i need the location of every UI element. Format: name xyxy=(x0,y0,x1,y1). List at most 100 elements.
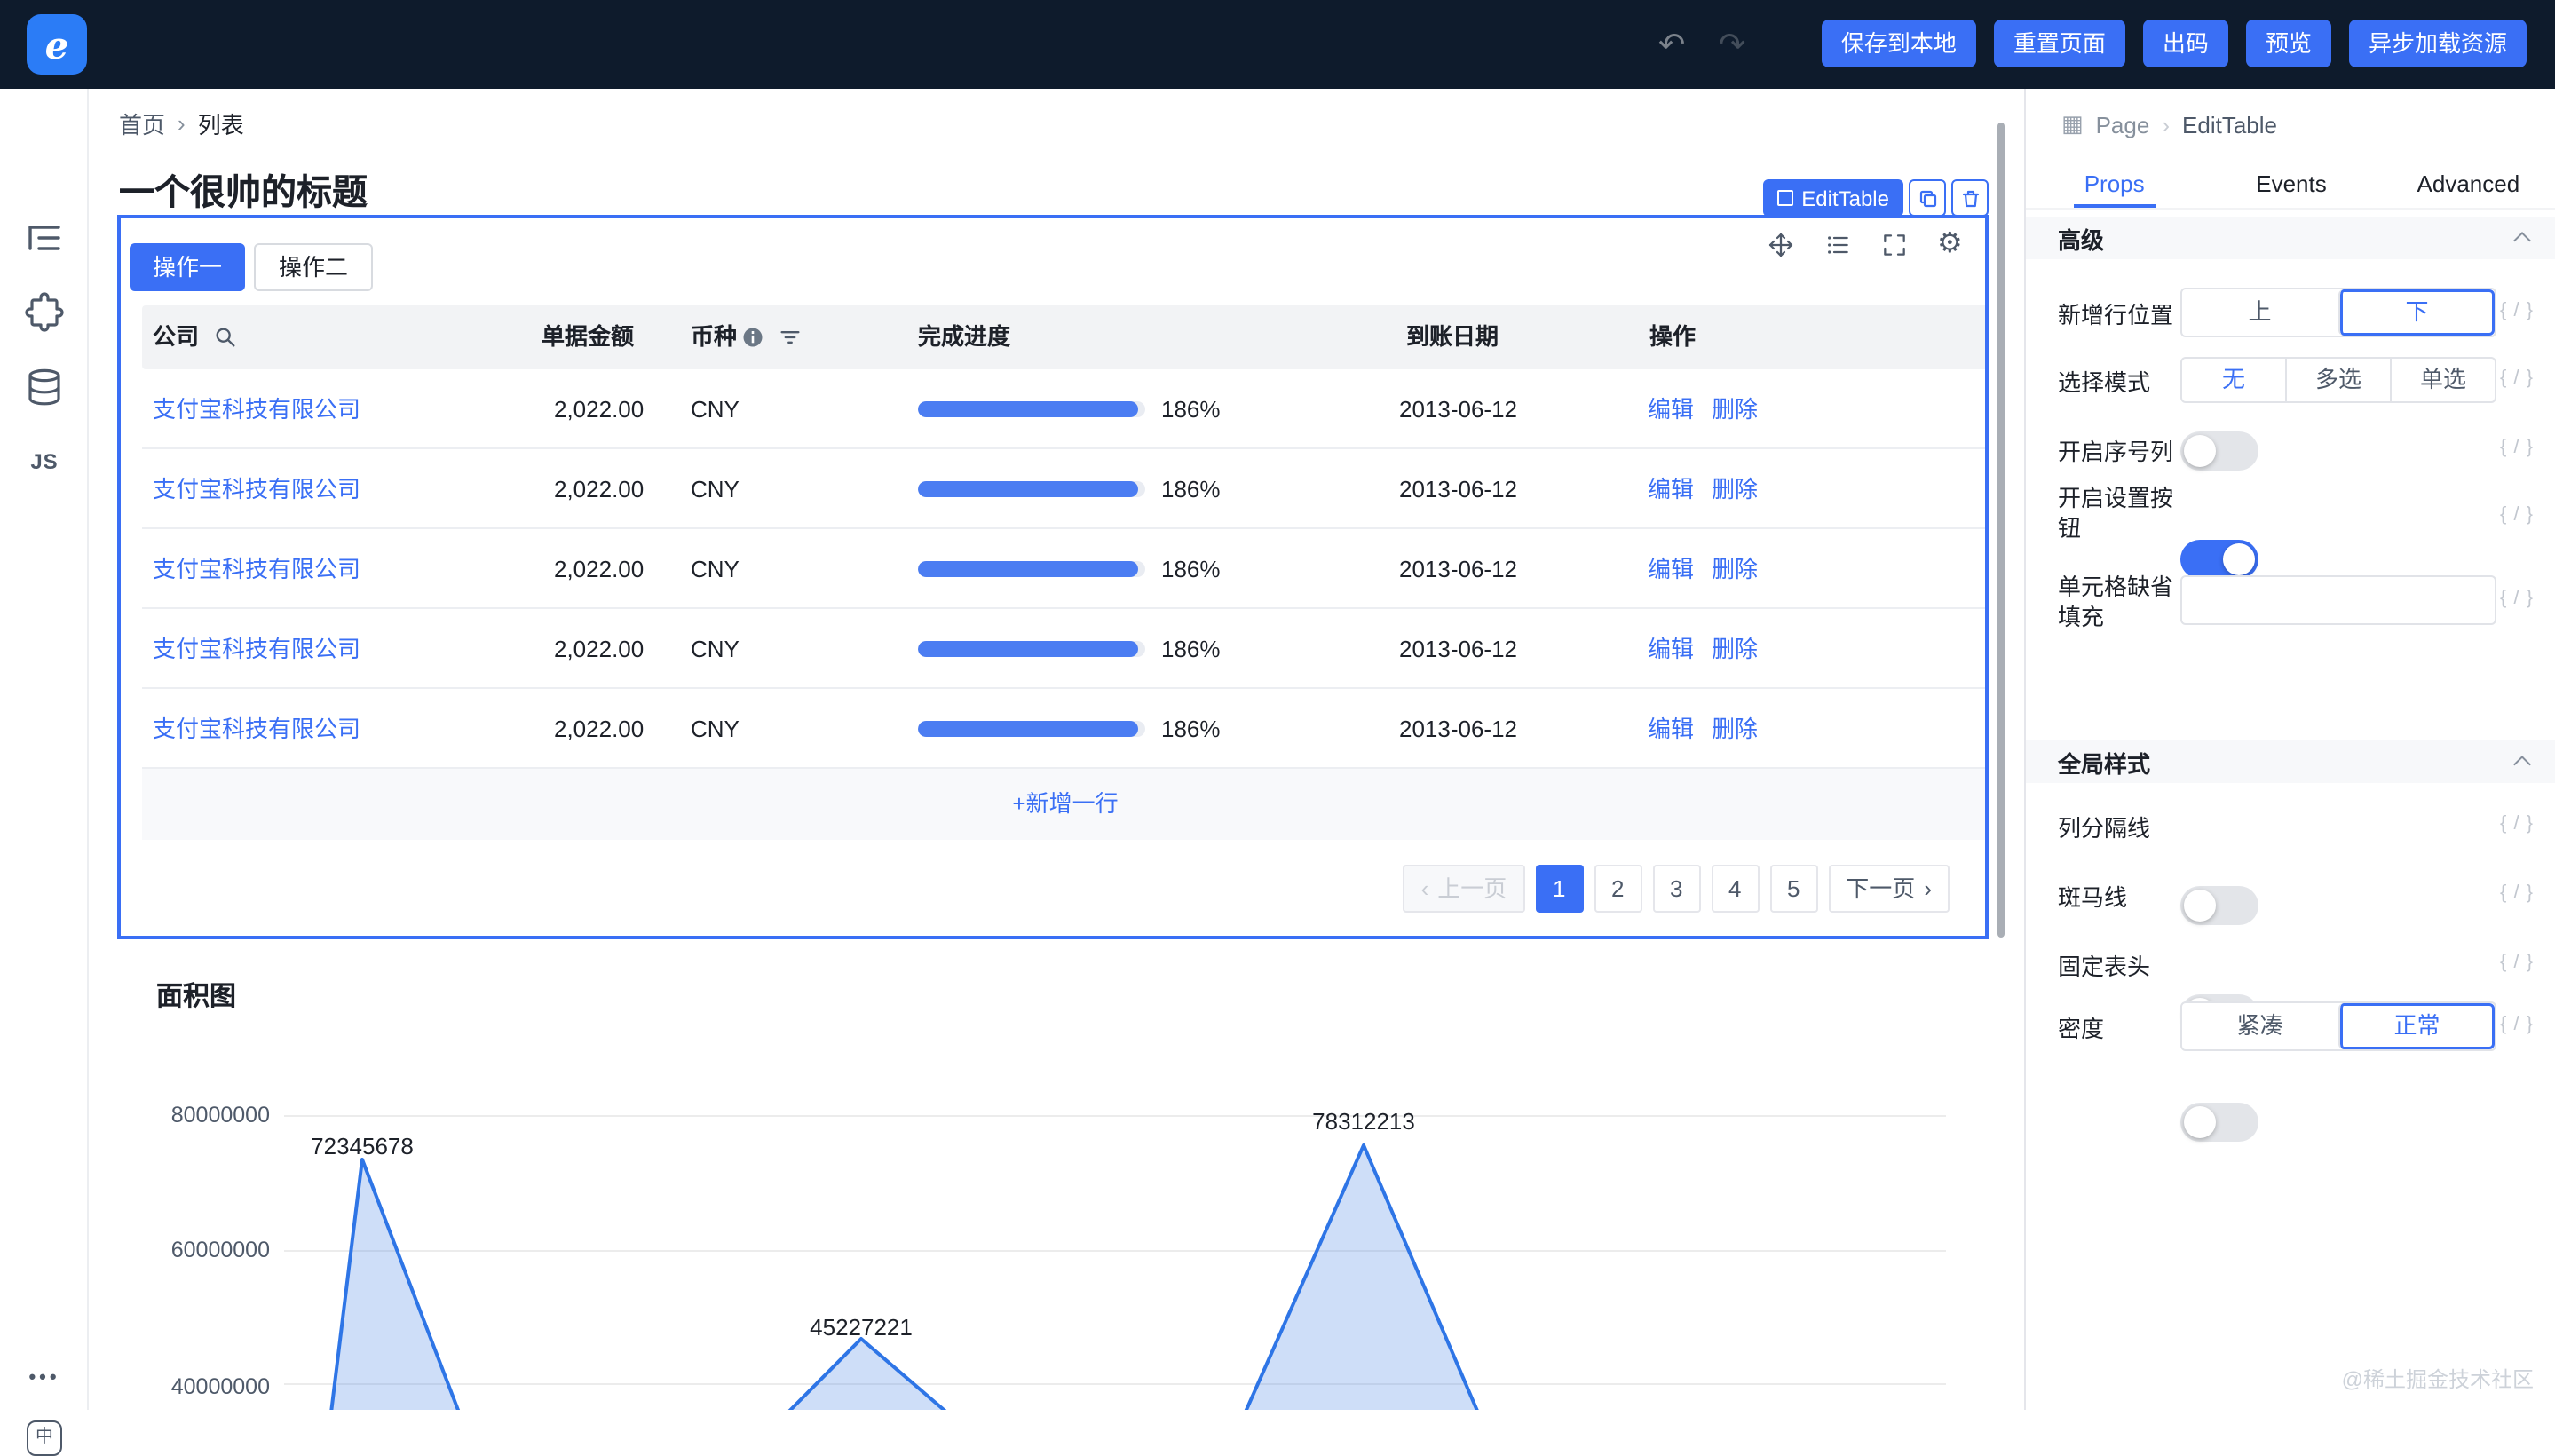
code-binding-icon[interactable]: { / } xyxy=(2500,952,2534,973)
language-cn-icon[interactable]: 中 xyxy=(27,1420,62,1456)
reset-page-button[interactable]: 重置页面 xyxy=(1994,20,2125,67)
delete-link[interactable]: 删除 xyxy=(1712,369,1758,449)
code-binding-icon[interactable]: { / } xyxy=(2500,882,2534,904)
canvas-scrollbar[interactable] xyxy=(1997,123,2005,938)
section-global-style-title: 全局样式 xyxy=(2058,745,2150,779)
company-link[interactable]: 支付宝科技有限公司 xyxy=(153,529,360,609)
page-button-4[interactable]: 4 xyxy=(1711,865,1759,913)
tab-advanced[interactable]: Advanced xyxy=(2380,160,2555,208)
column-setting-icon[interactable] xyxy=(1823,231,1852,259)
panel-breadcrumb-parent[interactable]: Page xyxy=(2096,111,2150,138)
add-position-option-bottom[interactable]: 下 xyxy=(2337,289,2495,336)
js-panel-icon[interactable]: JS xyxy=(23,440,66,483)
filter-icon[interactable] xyxy=(778,325,803,350)
undo-icon[interactable]: ↶ xyxy=(1658,23,1685,66)
info-icon[interactable] xyxy=(740,325,765,350)
currency-cell: CNY xyxy=(691,609,740,689)
progress-label: 186% xyxy=(1161,449,1221,529)
page-button-2[interactable]: 2 xyxy=(1594,865,1641,913)
database-icon[interactable] xyxy=(23,366,66,408)
redo-icon[interactable]: ↷ xyxy=(1719,23,1745,66)
density-option-normal[interactable]: 正常 xyxy=(2337,1003,2495,1049)
breadcrumb-home[interactable]: 首页 xyxy=(119,107,165,140)
table-row: 支付宝科技有限公司 2,022.00 CNY 186% 2013-06-12 编… xyxy=(142,369,1989,449)
code-binding-icon[interactable]: { / } xyxy=(2500,1014,2534,1035)
app-logo[interactable]: e xyxy=(27,14,87,75)
add-row-button[interactable]: +新增一行 xyxy=(142,769,1989,840)
progress-bar xyxy=(918,641,1145,657)
topbar: e ↶ ↷ 保存到本地 重置页面 出码 预览 异步加载资源 xyxy=(0,0,2555,89)
move-icon[interactable] xyxy=(1767,231,1795,259)
edit-link[interactable]: 编辑 xyxy=(1648,449,1694,529)
edit-link[interactable]: 编辑 xyxy=(1648,529,1694,609)
cell-fallback-input[interactable] xyxy=(2180,575,2496,625)
more-icon[interactable]: ••• xyxy=(23,1357,66,1399)
copy-component-button[interactable] xyxy=(1909,179,1946,217)
company-link[interactable]: 支付宝科技有限公司 xyxy=(153,609,360,689)
progress-bar xyxy=(918,401,1145,417)
action-one-button[interactable]: 操作一 xyxy=(130,243,245,291)
delete-link[interactable]: 删除 xyxy=(1712,609,1758,689)
code-binding-icon[interactable]: { / } xyxy=(2500,588,2534,609)
column-divider-toggle[interactable] xyxy=(2180,886,2258,925)
selected-component-tag[interactable]: EditTable xyxy=(1762,179,1903,217)
page-button-1[interactable]: 1 xyxy=(1535,865,1583,913)
selected-component-name: EditTable xyxy=(1801,186,1889,210)
code-binding-icon[interactable]: { / } xyxy=(2500,300,2534,321)
code-binding-icon[interactable]: { / } xyxy=(2500,504,2534,526)
point-label-3: 78312213 xyxy=(1275,1108,1452,1135)
company-link[interactable]: 支付宝科技有限公司 xyxy=(153,369,360,449)
index-column-toggle[interactable] xyxy=(2180,431,2258,471)
outline-tree-icon[interactable] xyxy=(23,217,66,259)
prev-page-button[interactable]: ‹ 上一页 xyxy=(1404,865,1525,913)
edit-link[interactable]: 编辑 xyxy=(1648,689,1694,769)
section-global-style[interactable]: 全局样式 xyxy=(2026,740,2555,783)
next-page-button[interactable]: 下一页 › xyxy=(1828,865,1950,913)
edit-link[interactable]: 编辑 xyxy=(1648,609,1694,689)
delete-link[interactable]: 删除 xyxy=(1712,529,1758,609)
plugin-puzzle-icon[interactable] xyxy=(23,291,66,334)
code-binding-icon[interactable]: { / } xyxy=(2500,368,2534,389)
fullscreen-icon[interactable] xyxy=(1880,231,1909,259)
component-icon xyxy=(1776,190,1792,206)
settings-button-toggle[interactable] xyxy=(2180,540,2258,579)
add-position-option-top[interactable]: 上 xyxy=(2182,289,2337,336)
currency-cell: CNY xyxy=(691,449,740,529)
company-link[interactable]: 支付宝科技有限公司 xyxy=(153,689,360,769)
panel-breadcrumb-separator: › xyxy=(2162,111,2170,138)
export-code-button[interactable]: 出码 xyxy=(2143,20,2228,67)
tab-props[interactable]: Props xyxy=(2026,160,2203,208)
delete-link[interactable]: 删除 xyxy=(1712,449,1758,529)
preview-button[interactable]: 预览 xyxy=(2246,20,2331,67)
select-mode-option-none[interactable]: 无 xyxy=(2182,359,2285,401)
code-binding-icon[interactable]: { / } xyxy=(2500,813,2534,835)
breadcrumb-separator: › xyxy=(178,110,186,137)
fixed-header-toggle[interactable] xyxy=(2180,1103,2258,1142)
edit-link[interactable]: 编辑 xyxy=(1648,369,1694,449)
selection-tag-group: EditTable xyxy=(1762,179,1989,217)
code-binding-icon[interactable]: { / } xyxy=(2500,437,2534,458)
search-icon[interactable] xyxy=(213,325,238,350)
save-local-button[interactable]: 保存到本地 xyxy=(1822,20,1976,67)
table-row: 支付宝科技有限公司 2,022.00 CNY 186% 2013-06-12 编… xyxy=(142,529,1989,609)
tab-events[interactable]: Events xyxy=(2203,160,2379,208)
next-page-label: 下一页 xyxy=(1846,866,1915,911)
pagination: ‹ 上一页 1 2 3 4 5 下一页 › xyxy=(1404,865,1950,913)
delete-component-button[interactable] xyxy=(1951,179,1989,217)
page-button-5[interactable]: 5 xyxy=(1769,865,1817,913)
select-mode-option-single[interactable]: 单选 xyxy=(2390,359,2495,401)
select-mode-option-multi[interactable]: 多选 xyxy=(2285,359,2390,401)
action-two-button[interactable]: 操作二 xyxy=(254,243,373,291)
props-panel: ▦ Page › EditTable Props Events Advanced… xyxy=(2024,89,2555,1410)
delete-link[interactable]: 删除 xyxy=(1712,689,1758,769)
section-advanced[interactable]: 高级 xyxy=(2026,217,2555,259)
table-row: 支付宝科技有限公司 2,022.00 CNY 186% 2013-06-12 编… xyxy=(142,689,1989,769)
company-link[interactable]: 支付宝科技有限公司 xyxy=(153,449,360,529)
currency-cell: CNY xyxy=(691,689,740,769)
density-option-compact[interactable]: 紧凑 xyxy=(2182,1003,2337,1049)
page-button-3[interactable]: 3 xyxy=(1652,865,1700,913)
async-resource-button[interactable]: 异步加载资源 xyxy=(2349,20,2527,67)
gear-icon[interactable]: ⚙ xyxy=(1937,231,1966,259)
col-header-amount: 单据金额 xyxy=(542,305,634,369)
breadcrumb: 首页 › 列表 xyxy=(119,107,244,140)
